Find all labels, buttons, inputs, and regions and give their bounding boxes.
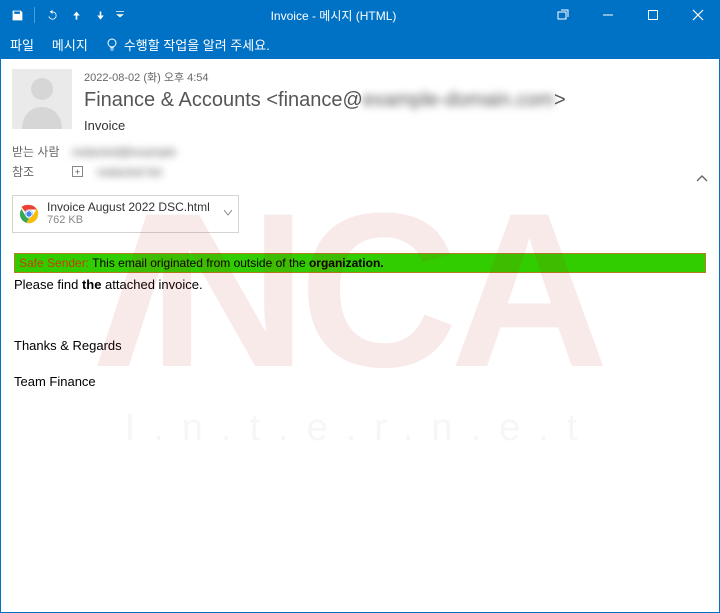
close-button[interactable] (675, 0, 720, 30)
undo-button[interactable] (41, 4, 63, 26)
subject-line: Invoice (84, 118, 708, 133)
ribbon-bar: 파일 메시지 수행할 작업을 알려 주세요. (0, 30, 720, 59)
down-arrow-button[interactable] (89, 4, 111, 26)
safe-sender-label: Safe Sender: (19, 256, 89, 270)
separator (34, 7, 35, 23)
chrome-html-icon (19, 204, 39, 224)
cc-label: 참조 (12, 163, 62, 180)
from-address-blurred: example-domain.com (363, 89, 554, 111)
message-body: Safe Sender: This email originated from … (0, 243, 720, 405)
from-address-open: <finance@ (266, 89, 362, 111)
body-signature-1: Thanks & Regards (14, 338, 706, 353)
message-tab[interactable]: 메시지 (52, 35, 88, 54)
cc-expand-icon[interactable]: + (72, 166, 83, 177)
save-button[interactable] (6, 4, 28, 26)
sender-avatar (12, 69, 72, 129)
window-controls (540, 0, 720, 30)
chevron-down-icon (224, 210, 232, 216)
recipients-block: 받는 사람 redacted@example 참조 + redacted lis… (12, 133, 708, 180)
body-signature-2: Team Finance (14, 374, 706, 389)
received-date: 2022-08-02 (화) 오후 4:54 (84, 69, 708, 85)
window-title: Invoice - 메시지 (HTML) (127, 7, 540, 24)
collapse-header-button[interactable] (696, 171, 708, 185)
safe-sender-text: This email originated from outside of th… (89, 256, 309, 270)
attachment-name: Invoice August 2022 DSC.html (47, 200, 210, 214)
safe-sender-banner: Safe Sender: This email originated from … (14, 253, 706, 273)
attachment-chip[interactable]: Invoice August 2022 DSC.html 762 KB (12, 195, 239, 233)
up-arrow-button[interactable] (65, 4, 87, 26)
file-tab[interactable]: 파일 (10, 35, 34, 54)
maximize-button[interactable] (630, 0, 675, 30)
title-bar: Invoice - 메시지 (HTML) (0, 0, 720, 30)
from-display-name: Finance & Accounts (84, 89, 266, 111)
to-label: 받는 사람 (12, 143, 62, 160)
attachment-size: 762 KB (47, 214, 210, 227)
minimize-button[interactable] (585, 0, 630, 30)
cc-value: redacted list (97, 165, 162, 179)
message-header: 2022-08-02 (화) 오후 4:54 Finance & Account… (0, 59, 720, 191)
from-address-close: > (554, 89, 566, 111)
attachment-dropdown-button[interactable] (224, 208, 232, 219)
lightbulb-icon (106, 38, 118, 52)
watermark-small: I.n.t.e.r.n.e.t (125, 407, 596, 450)
chevron-up-icon (696, 174, 708, 182)
from-line: Finance & Accounts <finance@example-doma… (84, 89, 708, 112)
popout-button[interactable] (540, 0, 585, 30)
qat-customize-button[interactable] (113, 4, 127, 26)
safe-sender-org: organization. (309, 256, 384, 270)
tell-me-label: 수행할 작업을 알려 주세요. (124, 35, 270, 54)
to-value: redacted@example (72, 145, 176, 159)
quick-access-toolbar (0, 4, 127, 26)
attachment-meta: Invoice August 2022 DSC.html 762 KB (47, 200, 210, 228)
tell-me-search[interactable]: 수행할 작업을 알려 주세요. (106, 35, 270, 54)
attachments-area: Invoice August 2022 DSC.html 762 KB (0, 191, 720, 243)
body-line-1: Please find the attached invoice. (14, 277, 706, 292)
